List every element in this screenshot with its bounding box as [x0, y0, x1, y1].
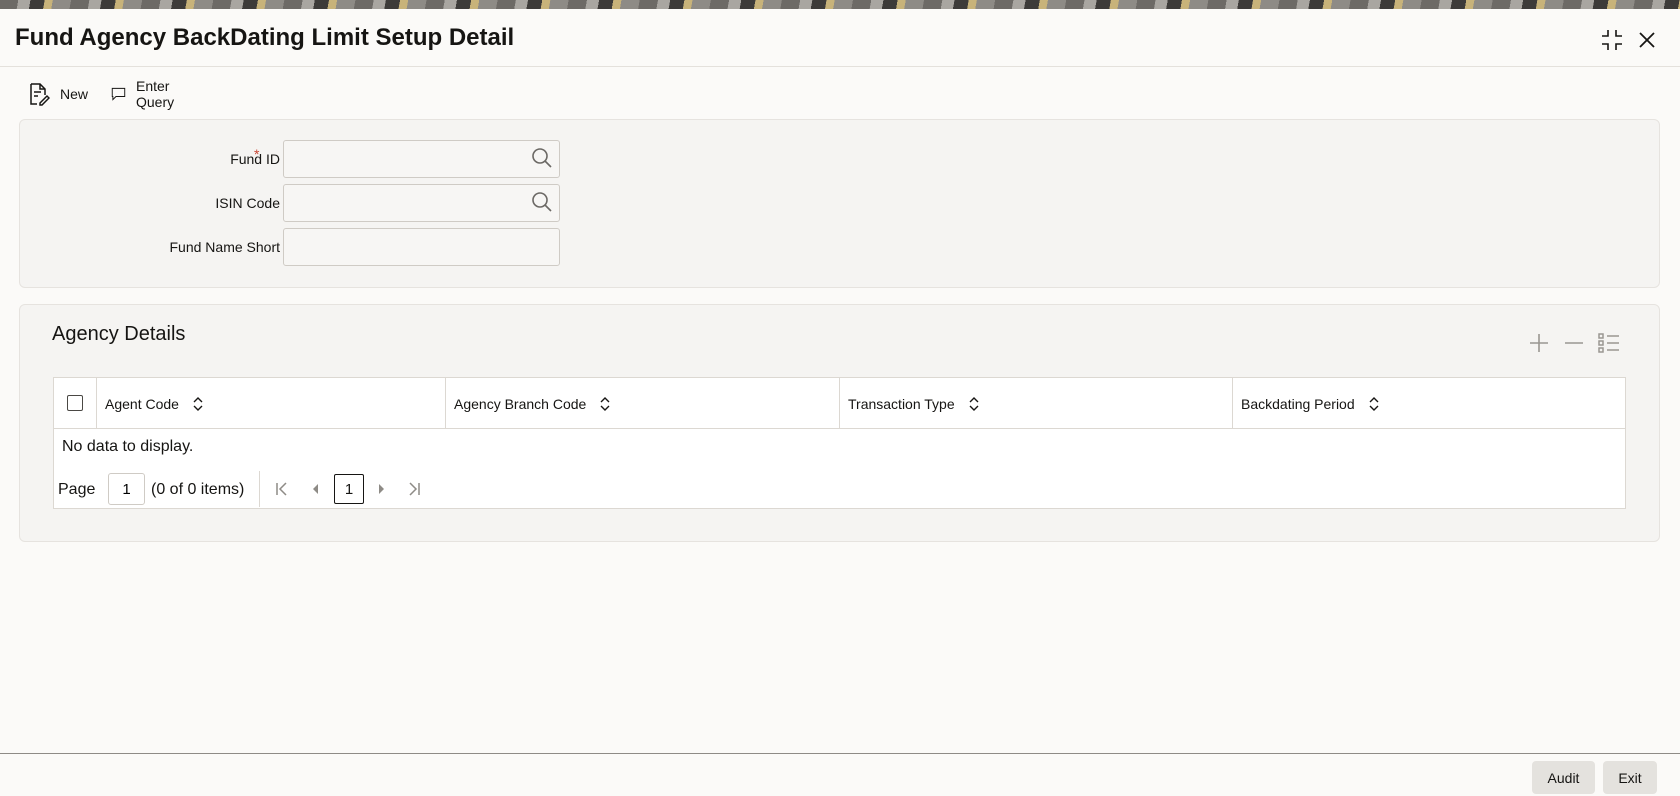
select-all-checkbox[interactable] — [67, 395, 83, 411]
column-transaction-type[interactable]: Transaction Type — [840, 378, 1233, 429]
select-all-cell — [54, 378, 97, 429]
column-agent-code[interactable]: Agent Code — [97, 378, 446, 429]
items-count: (0 of 0 items) — [151, 481, 245, 498]
row-details-icon[interactable] — [1596, 330, 1622, 356]
audit-button[interactable]: Audit — [1532, 761, 1595, 794]
first-page-icon[interactable] — [272, 479, 292, 499]
pagination: Page (0 of 0 items) 1 — [54, 471, 1625, 509]
sort-icon[interactable] — [967, 396, 981, 411]
column-label: Agent Code — [105, 395, 179, 412]
add-row-icon[interactable] — [1526, 330, 1552, 356]
title-bar: Fund Agency BackDating Limit Setup Detai… — [0, 9, 1680, 67]
required-marker: * — [254, 146, 260, 162]
page-number-input[interactable] — [108, 473, 145, 505]
fund-id-label: Fund ID — [230, 151, 280, 167]
previous-page-icon[interactable] — [306, 479, 326, 499]
chat-icon — [111, 87, 126, 101]
header-banner — [0, 0, 1680, 9]
new-button-label: New — [60, 86, 89, 102]
agency-details-table: Agent Code Agency Branch Code Transactio… — [53, 377, 1626, 509]
new-document-icon — [30, 83, 50, 106]
fund-criteria-panel: Fund ID * ISIN Code Fund Name Short — [19, 119, 1660, 288]
footer-bar: Audit Exit — [0, 753, 1680, 796]
sort-icon[interactable] — [1367, 396, 1381, 411]
fund-name-short-label: Fund Name Short — [169, 239, 281, 255]
isin-code-label: ISIN Code — [215, 195, 280, 211]
isin-code-input[interactable] — [283, 184, 560, 222]
empty-message: No data to display. — [62, 438, 194, 455]
fund-name-short-input[interactable] — [283, 228, 560, 266]
agency-details-title: Agency Details — [52, 323, 186, 345]
sort-icon[interactable] — [191, 396, 205, 411]
page-label: Page — [58, 481, 96, 498]
exit-button[interactable]: Exit — [1603, 761, 1657, 794]
minimize-icon[interactable] — [1599, 27, 1625, 53]
column-agency-branch-code[interactable]: Agency Branch Code — [446, 378, 840, 429]
last-page-icon[interactable] — [404, 479, 424, 499]
pager-divider — [259, 471, 260, 507]
column-label: Transaction Type — [848, 395, 955, 412]
delete-row-icon[interactable] — [1561, 330, 1587, 356]
enter-query-label: Enter Query — [135, 78, 175, 110]
fund-id-search-icon[interactable] — [531, 147, 553, 169]
close-icon[interactable] — [1634, 27, 1660, 53]
sort-icon[interactable] — [598, 396, 612, 411]
new-button[interactable]: New — [26, 78, 88, 110]
column-label: Agency Branch Code — [454, 395, 587, 412]
page-title: Fund Agency BackDating Limit Setup Detai… — [15, 24, 515, 51]
enter-query-button[interactable]: Enter Query — [111, 78, 183, 110]
fund-id-input[interactable] — [283, 140, 560, 178]
next-page-icon[interactable] — [371, 479, 391, 499]
column-label: Backdating Period — [1241, 395, 1355, 412]
table-header: Agent Code Agency Branch Code Transactio… — [54, 378, 1625, 429]
current-page-button[interactable]: 1 — [334, 474, 364, 504]
isin-code-search-icon[interactable] — [531, 191, 553, 213]
column-backdating-period[interactable]: Backdating Period — [1233, 378, 1625, 429]
